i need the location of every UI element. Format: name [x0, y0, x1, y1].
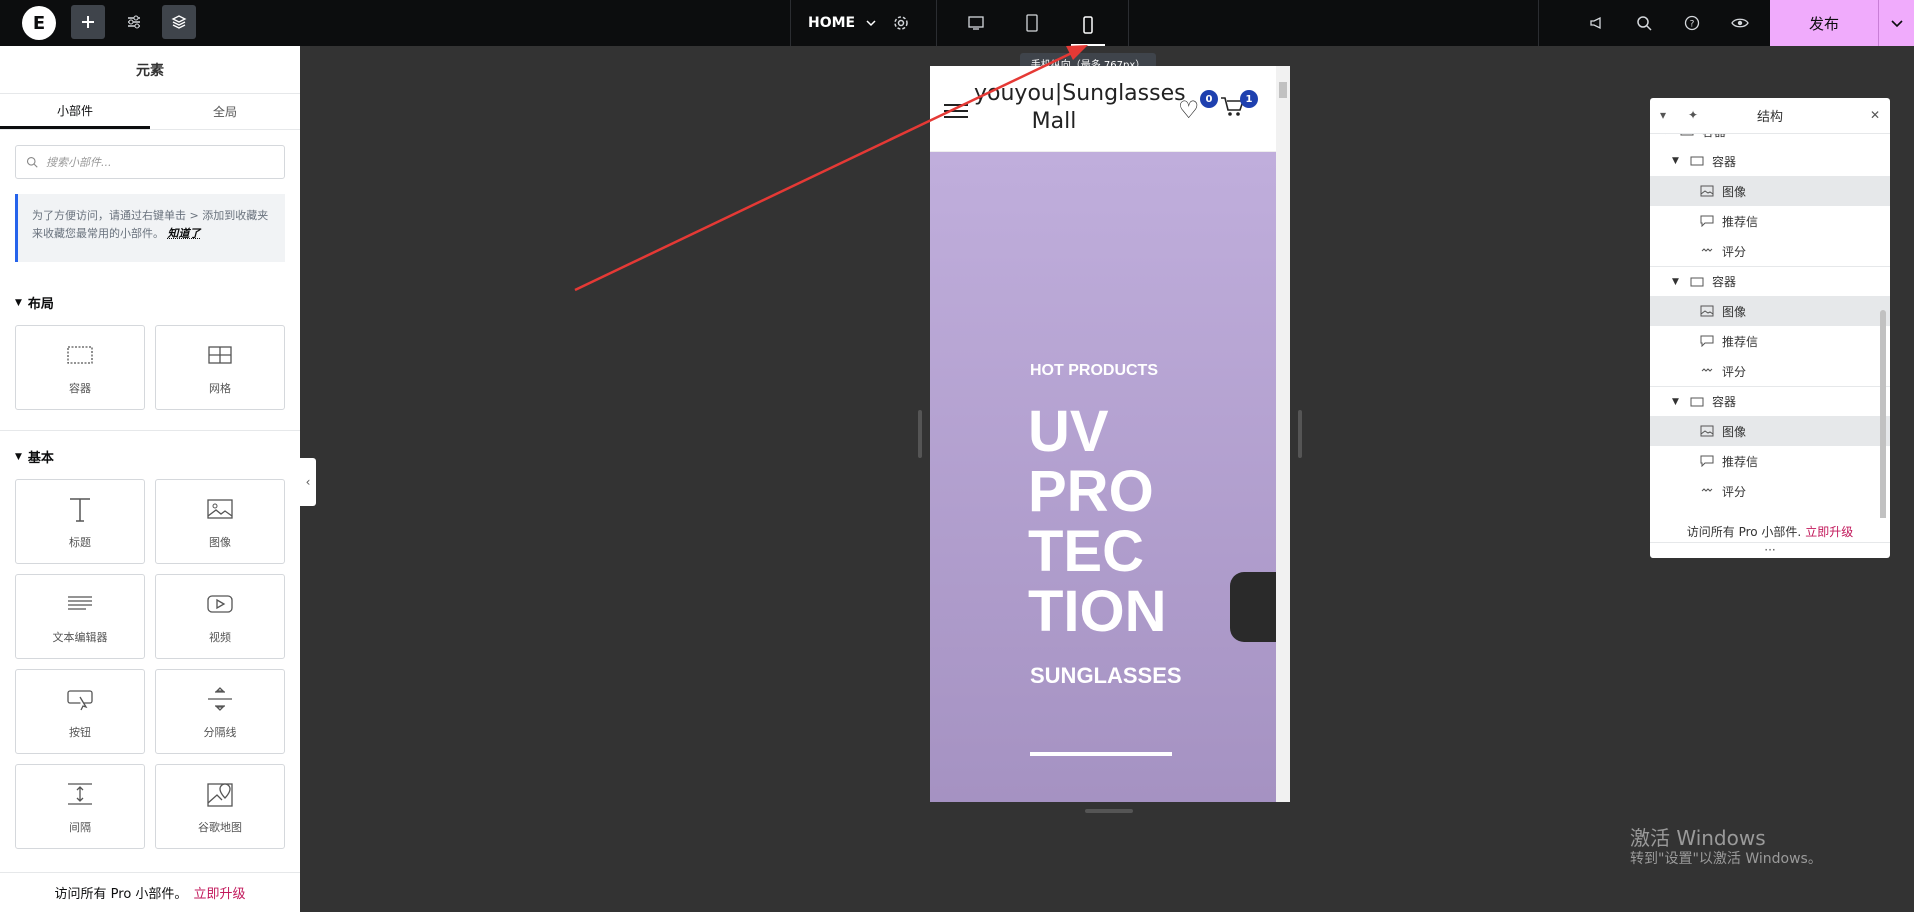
windows-activation-title: 激活 Windows [1630, 826, 1766, 850]
tree-item-rating[interactable]: 评分 [1650, 476, 1890, 506]
caret-down-icon: ▼ [1672, 396, 1679, 407]
tree-label: 容器 [1702, 134, 1726, 140]
structure-panel: ▾ ✦ 结构 ✕ ▼ 容器 ▼ 容器 图像 推荐信 [1650, 98, 1890, 558]
tree-label: 推荐信 [1722, 214, 1759, 229]
structure-tree: ▼ 容器 ▼ 容器 图像 推荐信 评分 [1650, 134, 1890, 518]
resize-dots-icon[interactable]: ··· [1650, 542, 1890, 557]
tree-item-rating[interactable]: 评分 [1650, 356, 1890, 386]
tree-item-testimonial[interactable]: 推荐信 [1650, 206, 1890, 236]
tree-label: 容器 [1712, 395, 1737, 409]
container-icon [1690, 397, 1704, 406]
tree-label: 图像 [1722, 304, 1747, 319]
image-icon [1700, 305, 1714, 317]
rating-icon [1701, 488, 1713, 492]
tree-item-image[interactable]: 图像 [1650, 296, 1890, 326]
tree-item-container[interactable]: ▼ 容器 [1650, 134, 1890, 146]
tree-item-container[interactable]: ▼ 容器 [1650, 386, 1890, 416]
testimonial-icon [1700, 455, 1714, 467]
tree-label: 评分 [1722, 484, 1747, 499]
close-icon[interactable]: ✕ [1870, 108, 1880, 122]
tree-item-testimonial[interactable]: 推荐信 [1650, 446, 1890, 476]
caret-down-icon: ▼ [1672, 156, 1679, 166]
container-icon [1680, 134, 1694, 136]
dropdown-icon[interactable]: ▾ [1660, 108, 1666, 122]
structure-scrollbar[interactable] [1878, 170, 1888, 518]
structure-footer: 访问所有 Pro 小部件. 立即升级 [1650, 518, 1890, 544]
caret-down-icon: ▼ [1662, 134, 1672, 136]
footer-text: 访问所有 Pro 小部件. [1686, 524, 1802, 539]
tree-label: 图像 [1722, 184, 1747, 199]
tree-label: 推荐信 [1722, 454, 1759, 469]
tree-label: 推荐信 [1722, 334, 1759, 349]
tree-label: 容器 [1712, 154, 1737, 169]
windows-activation-text: 转到"设置"以激活 Windows。 [1630, 851, 1822, 867]
tree-item-image[interactable]: 图像 [1650, 416, 1890, 446]
tree-label: 容器 [1712, 275, 1737, 289]
structure-title: 结构 [1756, 110, 1783, 125]
tree-item-rating[interactable]: 评分 [1650, 236, 1890, 266]
tree-item-image[interactable]: 图像 [1650, 176, 1890, 206]
container-icon [1690, 277, 1704, 286]
tree-groups: ▼ 容器 图像 推荐信 评分 ▼ 容器 图像 推荐信 评分 ▼ 容器 图像 推荐… [1650, 146, 1890, 506]
tree-item-testimonial[interactable]: 推荐信 [1650, 326, 1890, 356]
rating-icon [1701, 248, 1713, 252]
scrollbar-thumb[interactable] [1880, 310, 1886, 518]
caret-down-icon: ▼ [1672, 276, 1679, 287]
image-icon [1700, 425, 1714, 437]
tree-item-container[interactable]: ▼ 容器 [1650, 266, 1890, 296]
container-icon [1690, 156, 1704, 166]
tree-label: 评分 [1722, 244, 1747, 259]
structure-header: ▾ ✦ 结构 ✕ [1650, 98, 1890, 134]
testimonial-icon [1700, 335, 1714, 347]
tree-item-container[interactable]: ▼ 容器 [1650, 146, 1890, 176]
upgrade-link[interactable]: 立即升级 [1805, 523, 1853, 540]
rating-icon [1701, 368, 1713, 372]
tree-label: 图像 [1722, 424, 1747, 439]
annotation-arrow [574, 45, 1088, 292]
tree-label: 评分 [1722, 364, 1747, 379]
image-icon [1700, 185, 1714, 197]
ai-sparkle-icon[interactable]: ✦ [1688, 108, 1698, 122]
testimonial-icon [1700, 215, 1714, 227]
